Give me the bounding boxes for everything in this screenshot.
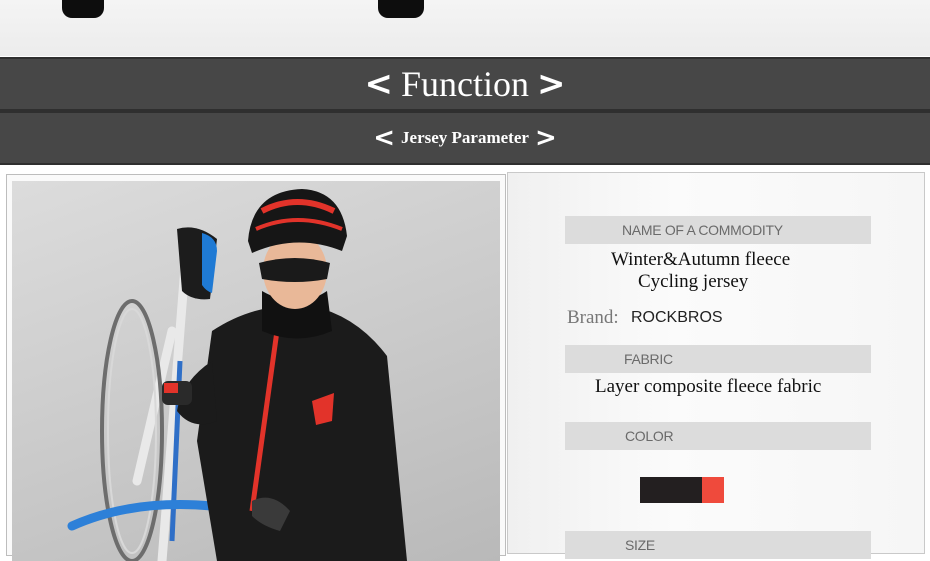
color-swatch-red <box>702 477 724 503</box>
jersey-parameter-panel: NAME OF A COMMODITY Winter&Autumn fleece… <box>507 172 925 559</box>
commodity-value-line2: Cycling jersey <box>638 271 749 292</box>
jacket-cuff-right <box>378 0 424 18</box>
brand-value: ROCKBROS <box>631 309 723 326</box>
commodity-label-bar: NAME OF A COMMODITY <box>565 216 871 244</box>
jersey-parameter-banner: < Jersey Parameter > <box>0 111 930 165</box>
function-banner: < Function > <box>0 57 930 111</box>
size-label-bar: SIZE <box>565 531 871 559</box>
chevron-left-icon: < <box>364 64 393 104</box>
cyclist-illustration <box>67 189 407 561</box>
function-title: Function <box>400 64 529 104</box>
chevron-left-icon: < <box>373 123 396 153</box>
fabric-value: Layer composite fleece fabric <box>595 376 822 397</box>
chevron-right-icon: > <box>537 64 566 104</box>
top-product-strip <box>0 0 930 56</box>
size-label: SIZE <box>625 537 655 553</box>
jacket-cuff-left <box>62 0 104 18</box>
commodity-value-line1: Winter&Autumn fleece <box>611 249 791 270</box>
jersey-parameter-title: Jersey Parameter <box>401 128 529 147</box>
cyclist-photo <box>12 181 500 561</box>
color-swatch-black <box>640 477 702 503</box>
fabric-label: FABRIC <box>624 351 673 367</box>
commodity-label: NAME OF A COMMODITY <box>622 222 783 238</box>
color-label-bar: COLOR <box>565 422 871 450</box>
color-label: COLOR <box>625 428 674 444</box>
fabric-label-bar: FABRIC <box>565 345 871 373</box>
brand-label: Brand: <box>567 307 619 328</box>
product-photo-frame <box>6 174 506 561</box>
chevron-right-icon: > <box>534 123 557 153</box>
